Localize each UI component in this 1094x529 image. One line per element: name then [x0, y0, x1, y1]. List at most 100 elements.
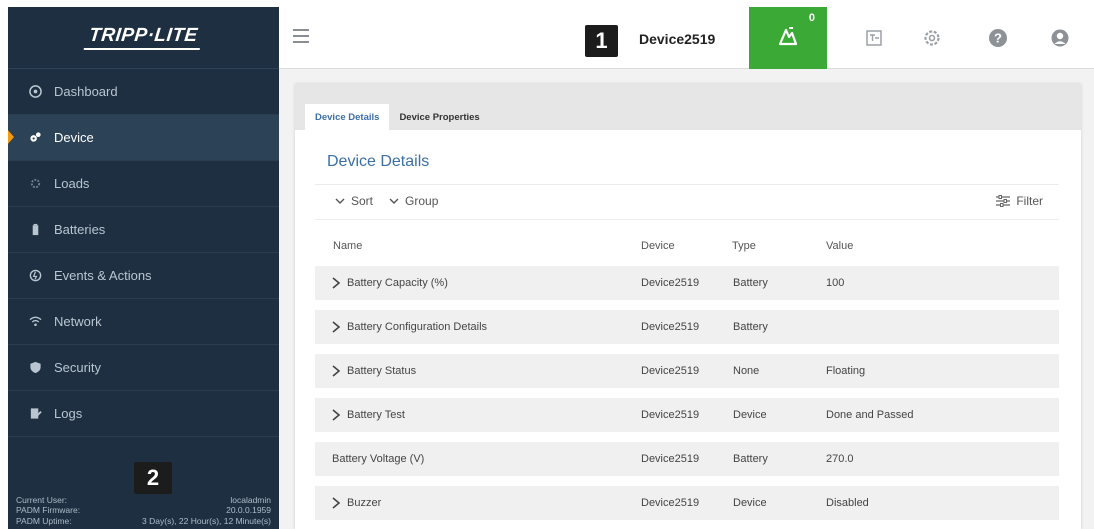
- row-type: None: [733, 365, 760, 377]
- loads-icon: [28, 177, 42, 191]
- sidebar-item-label: Logs: [54, 406, 83, 421]
- table-row[interactable]: Battery Test Device2519 Device Done and …: [315, 398, 1059, 432]
- wifi-icon: [28, 315, 42, 329]
- chevron-right-icon[interactable]: [331, 497, 341, 509]
- table-row[interactable]: Buzzer Device2519 Device Disabled: [315, 486, 1059, 520]
- hamburger-line: [293, 41, 309, 43]
- row-name: Battery Capacity (%): [347, 277, 448, 289]
- chevron-down-icon: [389, 198, 399, 204]
- row-name: Battery Configuration Details: [347, 321, 488, 333]
- hamburger-line: [293, 29, 309, 31]
- logo-bar: TRIPP·LITE: [8, 7, 279, 69]
- divider: [315, 219, 1059, 220]
- chevron-right-icon[interactable]: [331, 365, 341, 377]
- row-type: Battery: [733, 453, 768, 465]
- row-device: Device2519: [641, 453, 700, 465]
- row-value: Done and Passed: [826, 409, 914, 421]
- device-name: Device2519: [639, 31, 716, 47]
- sidebar-item-network[interactable]: Network: [8, 299, 279, 345]
- sidebar-item-device[interactable]: Device: [8, 115, 279, 161]
- sidebar-item-label: Device: [54, 130, 94, 145]
- row-device: Device2519: [641, 321, 700, 333]
- row-device: Device2519: [641, 409, 700, 421]
- sort-group-controls: Sort Group: [335, 194, 438, 208]
- alert-icon: [777, 25, 799, 52]
- row-value: 270.0: [826, 453, 854, 465]
- help-icon[interactable]: ?: [987, 27, 1009, 49]
- row-device: Device2519: [641, 277, 700, 289]
- device-icon: [28, 131, 42, 145]
- chevron-right-icon[interactable]: [331, 277, 341, 289]
- uptime-value: 3 Day(s), 22 Hour(s), 12 Minute(s): [142, 515, 271, 526]
- tab-strip: Device Details Device Properties: [295, 84, 1081, 130]
- alert-count-badge: 0: [808, 12, 815, 24]
- firmware-label: PADM Firmware:: [16, 505, 81, 515]
- user-icon[interactable]: [1049, 27, 1071, 49]
- menu-toggle-button[interactable]: [293, 29, 309, 43]
- row-name: Battery Status: [347, 365, 417, 377]
- chevron-right-icon[interactable]: [331, 409, 341, 421]
- row-type: Battery: [733, 321, 768, 333]
- chevron-down-icon: [335, 198, 345, 204]
- sidebar-item-dashboard[interactable]: Dashboard: [8, 69, 279, 115]
- sidebar-item-batteries[interactable]: Batteries: [8, 207, 279, 253]
- tab-device-properties[interactable]: Device Properties: [389, 104, 489, 130]
- row-device: Device2519: [641, 497, 700, 509]
- system-status: Current User: localadmin PADM Firmware: …: [8, 495, 279, 529]
- uptime-row: PADM Uptime: 3 Day(s), 22 Hour(s), 12 Mi…: [16, 516, 271, 527]
- filter-icon: [996, 195, 1011, 207]
- sidebar-item-label: Network: [54, 314, 102, 329]
- firmware-value: 20.0.0.1959: [226, 505, 271, 515]
- table-row[interactable]: Battery Configuration Details Device2519…: [315, 310, 1059, 344]
- sidebar-item-logs[interactable]: Logs: [8, 391, 279, 437]
- callout-marker-2: 2: [134, 462, 172, 494]
- row-value: Floating: [826, 365, 866, 377]
- group-dropdown[interactable]: Group: [389, 194, 438, 208]
- column-header-type[interactable]: Type: [732, 240, 756, 252]
- row-type: Device: [733, 409, 767, 421]
- sidebar-item-loads[interactable]: Loads: [8, 161, 279, 207]
- column-header-value[interactable]: Value: [826, 240, 853, 252]
- hamburger-line: [293, 35, 309, 37]
- table-row[interactable]: Battery Capacity (%) Device2519 Battery …: [315, 266, 1059, 300]
- row-device: Device2519: [641, 365, 700, 377]
- column-header-device[interactable]: Device: [641, 240, 675, 252]
- settings-icon[interactable]: [921, 27, 943, 49]
- alerts-button[interactable]: 0: [749, 7, 827, 69]
- svg-text:?: ?: [994, 31, 1002, 46]
- tripp-lite-logo[interactable]: TRIPP·LITE: [83, 25, 204, 50]
- sort-dropdown[interactable]: Sort: [335, 194, 373, 208]
- uptime-label: PADM Uptime:: [16, 515, 72, 526]
- battery-icon: [28, 223, 42, 237]
- sidebar-item-security[interactable]: Security: [8, 345, 279, 391]
- chevron-right-icon[interactable]: [331, 321, 341, 333]
- sidebar-item-label: Events & Actions: [54, 268, 152, 283]
- callout-marker-1: 1: [585, 25, 618, 57]
- sidebar-item-label: Batteries: [54, 222, 106, 237]
- row-type: Battery: [733, 277, 768, 289]
- sidebar-item-events-actions[interactable]: Events & Actions: [8, 253, 279, 299]
- row-value: 100: [826, 277, 845, 289]
- sidebar: TRIPP·LITE Dashboard Device Loads Batter…: [8, 7, 279, 529]
- events-icon: [28, 269, 42, 283]
- current-user-value: localadmin: [230, 494, 271, 505]
- sidebar-item-label: Security: [54, 360, 101, 375]
- row-name: Battery Test: [347, 409, 405, 421]
- firmware-row: PADM Firmware: 20.0.0.1959: [16, 505, 271, 516]
- shield-icon: [28, 361, 42, 375]
- current-user-label: Current User:: [16, 494, 68, 505]
- section-title: Device Details: [327, 153, 430, 170]
- tab-device-details[interactable]: Device Details: [305, 104, 390, 130]
- table-row[interactable]: Battery Status Device2519 None Floating: [315, 354, 1059, 388]
- content-panel: Device Details Device Properties Device …: [295, 84, 1081, 529]
- sidebar-item-label: Dashboard: [54, 84, 118, 99]
- language-icon[interactable]: [863, 27, 885, 49]
- filter-label: Filter: [1016, 194, 1043, 208]
- top-header: Device2519 0 ?: [279, 7, 1094, 69]
- column-header-name[interactable]: Name: [333, 240, 362, 252]
- filter-button[interactable]: Filter: [996, 194, 1043, 208]
- group-label: Group: [405, 194, 439, 208]
- table-row[interactable]: Battery Voltage (V) Device2519 Battery 2…: [315, 442, 1059, 476]
- current-user-row: Current User: localadmin: [16, 495, 271, 506]
- row-type: Device: [733, 497, 767, 509]
